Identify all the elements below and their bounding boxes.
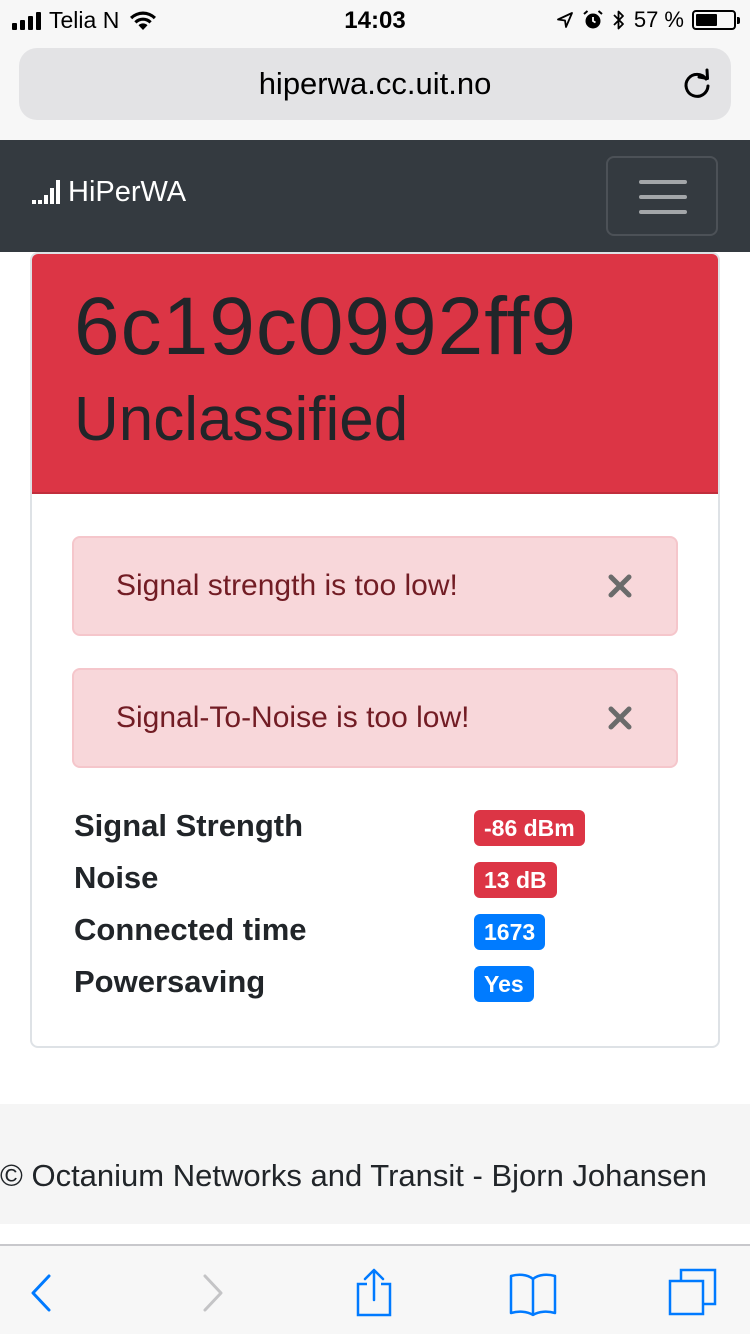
close-icon[interactable] [606,704,634,732]
status-bar-right: 57 % [556,7,740,33]
footer-copyright: © Octanium Networks and Transit - Bjorn … [0,1158,707,1193]
info-label-powersaving: Powersaving [74,964,266,999]
close-icon[interactable] [606,572,634,600]
carrier-name: Telia N [49,7,120,33]
alert-text: Signal strength is too low! [116,569,458,602]
signal-bars-icon [32,178,60,204]
location-arrow-icon [556,12,573,28]
browser-toolbar [0,1244,750,1334]
reload-icon[interactable] [679,66,715,102]
wifi-icon [130,11,157,30]
back-icon[interactable] [18,1268,68,1318]
badge-noise: 13 dB [474,862,557,898]
brand-name: HiPerWA [68,176,187,208]
hamburger-icon-line [639,210,687,214]
navbar-brand[interactable]: HiPerWA [32,176,186,209]
alert-signal-to-noise: Signal-To-Noise is too low! [72,668,678,768]
navbar-toggle-button[interactable] [606,156,718,236]
bookmarks-icon[interactable] [508,1268,558,1318]
device-card: 6c19c0992ff9 Unclassified Signal strengt… [30,252,720,1048]
alert-signal-strength: Signal strength is too low! [72,536,678,636]
browser-address-area: hiperwa.cc.uit.no [0,40,750,140]
card-header: 6c19c0992ff9 Unclassified [32,254,718,494]
battery-percent: 57 % [633,7,684,32]
info-label-signal-strength: Signal Strength [74,808,304,843]
bluetooth-icon [613,10,624,30]
alert-text: Signal-To-Noise is too low! [116,701,470,734]
alarm-clock-icon [583,10,603,29]
device-id: 6c19c0992ff9 [74,281,577,372]
badge-connected-time: 1673 [474,914,546,950]
forward-icon[interactable] [186,1268,236,1318]
footer: © Octanium Networks and Transit - Bjorn … [0,1104,750,1224]
battery-fill [696,14,717,26]
info-label-connected-time: Connected time [74,912,307,947]
hamburger-icon-line [639,195,687,199]
badge-powersaving: Yes [474,966,534,1002]
status-bar: Telia N 14:03 57 % [0,0,750,40]
battery-icon [692,10,740,30]
address-bar[interactable]: hiperwa.cc.uit.no [19,48,731,120]
device-classification: Unclassified [74,385,409,454]
badge-signal-strength: -86 dBm [474,810,585,846]
address-text[interactable]: hiperwa.cc.uit.no [19,48,731,120]
share-icon[interactable] [349,1268,399,1318]
status-bar-left: Telia N [12,7,157,34]
info-label-noise: Noise [74,860,159,895]
navbar: HiPerWA [0,140,750,252]
cellular-signal-icon [12,11,41,30]
tabs-icon[interactable] [668,1268,718,1318]
hamburger-icon [639,180,687,184]
